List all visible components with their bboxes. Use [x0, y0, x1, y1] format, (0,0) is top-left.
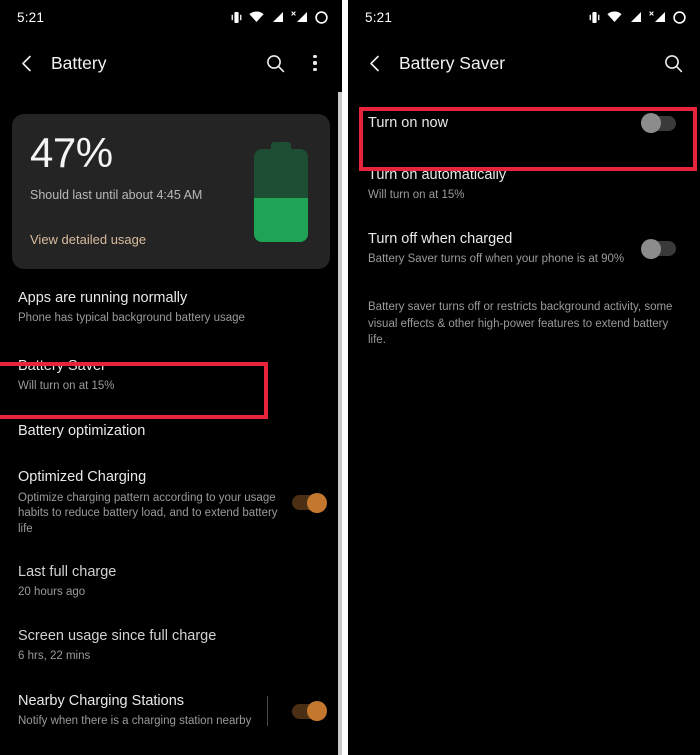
list-item-subtitle: Battery Saver turns off when your phone … [368, 252, 625, 265]
status-bar-right: 5:21 [348, 0, 700, 34]
toggle-knob [641, 113, 661, 134]
list-item-turn-on-automatically[interactable]: Turn on automatically Will turn on at 15… [348, 154, 700, 216]
signal-no-service-icon [291, 11, 308, 23]
row-divider [267, 696, 268, 727]
list-item-title: Turn on automatically [368, 167, 507, 184]
toggle-knob [641, 238, 661, 259]
more-options-icon[interactable] [302, 50, 328, 76]
list-item-title: Turn on now [368, 115, 449, 131]
battery-icon-fill [254, 198, 308, 242]
battery-usage-footnote: Battery usage data is approximate and ca… [0, 740, 342, 755]
battery-saver-screen: 5:21 Battery Saver Turn on now Turn on a… [348, 0, 700, 755]
signal-no-service-icon [649, 11, 666, 23]
status-time: 5:21 [17, 9, 45, 25]
list-item-title: Apps are running normally [18, 290, 188, 306]
list-item-turn-off-when-charged[interactable]: Turn off when charged Battery Saver turn… [348, 216, 700, 280]
vibrate-icon [589, 11, 600, 24]
battery-settings-list: Apps are running normally Phone has typi… [0, 269, 342, 755]
turn-on-now-toggle[interactable] [641, 113, 676, 134]
nearby-charging-stations-toggle[interactable] [292, 701, 327, 722]
app-bar-right: Battery Saver [348, 34, 700, 92]
list-item-nearby-charging-stations[interactable]: Nearby Charging Stations Notify when the… [0, 676, 342, 740]
status-time: 5:21 [365, 9, 393, 25]
scrollbar-left[interactable] [338, 92, 342, 755]
list-item-title: Battery Saver [18, 357, 106, 374]
view-detailed-usage-link[interactable]: View detailed usage [30, 232, 146, 247]
list-item-title: Turn off when charged [368, 230, 513, 247]
search-icon[interactable] [660, 50, 686, 76]
battery-settings-screen: 5:21 Battery 47% Should last until about… [0, 0, 342, 755]
overflow-dots [305, 55, 325, 71]
list-item-subtitle: Phone has typical background battery usa… [18, 312, 245, 325]
turn-off-when-charged-toggle[interactable] [641, 238, 676, 259]
list-item-subtitle: 20 hours ago [18, 586, 86, 599]
list-item-title: Screen usage since full charge [18, 627, 217, 644]
app-bar-actions-left [262, 50, 328, 76]
list-item-subtitle: Notify when there is a charging station … [18, 715, 252, 728]
back-arrow-icon[interactable] [12, 48, 42, 78]
list-item-subtitle: 6 hrs, 22 mins [18, 649, 91, 662]
list-item-last-full-charge[interactable]: Last full charge 20 hours ago [0, 549, 342, 613]
signal-icon [271, 11, 284, 23]
battery-icon-body [254, 149, 308, 242]
toggle-knob [307, 701, 327, 722]
wifi-icon [249, 11, 264, 23]
back-arrow-icon[interactable] [360, 48, 390, 78]
alarm-icon [315, 10, 328, 24]
alarm-icon [673, 10, 686, 24]
list-item-battery-optimization[interactable]: Battery optimization [0, 412, 342, 454]
status-bar-left: 5:21 [0, 0, 342, 34]
page-title: Battery Saver [399, 52, 506, 73]
battery-saver-footnote: Battery saver turns off or restricts bac… [368, 301, 673, 346]
list-item-title: Battery optimization [18, 423, 146, 440]
app-bar-left: Battery [0, 34, 342, 92]
page-title: Battery [51, 52, 107, 73]
list-item-optimized-charging[interactable]: Optimized Charging Optimize charging pat… [0, 454, 342, 549]
list-item-subtitle: Optimize charging pattern according to y… [18, 491, 278, 535]
list-item-battery-saver[interactable]: Battery Saver Will turn on at 15% [0, 339, 342, 413]
list-item-title: Last full charge [18, 564, 117, 581]
status-icons-group [589, 10, 686, 24]
status-icons-group [231, 10, 328, 24]
list-item-subtitle: Will turn on at 15% [368, 189, 465, 202]
battery-saver-list: Turn on now Turn on automatically Will t… [348, 92, 700, 348]
list-item-apps-status[interactable]: Apps are running normally Phone has typi… [0, 269, 342, 339]
list-item-title: Optimized Charging [18, 469, 147, 486]
list-item-turn-on-now[interactable]: Turn on now [348, 92, 700, 154]
vibrate-icon [231, 11, 242, 24]
list-item-title: Nearby Charging Stations [18, 693, 185, 710]
optimized-charging-toggle[interactable] [292, 492, 327, 513]
list-item-screen-usage[interactable]: Screen usage since full charge 6 hrs, 22… [0, 613, 342, 677]
dual-screenshot-container: 5:21 Battery 47% Should last until about… [0, 0, 700, 755]
battery-icon [254, 142, 308, 242]
toggle-knob [307, 492, 327, 513]
list-item-subtitle: Will turn on at 15% [18, 379, 115, 392]
battery-summary-card[interactable]: 47% Should last until about 4:45 AM View… [12, 114, 330, 269]
signal-icon [629, 11, 642, 23]
wifi-icon [607, 11, 622, 23]
search-icon[interactable] [262, 50, 288, 76]
app-bar-actions-right [660, 50, 686, 76]
